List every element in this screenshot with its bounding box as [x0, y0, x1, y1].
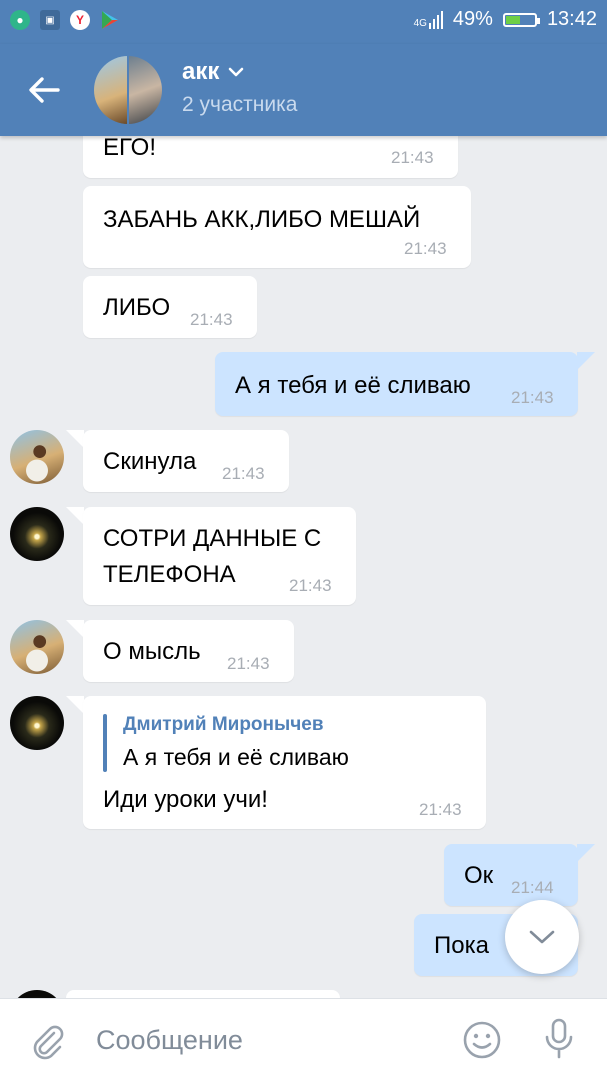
chat-header: акк 2 участника — [0, 44, 607, 136]
message-input[interactable]: Сообщение — [96, 1025, 243, 1056]
bubble-tail — [66, 620, 84, 638]
message-text-line: СОТРИ ДАННЫЕ С — [103, 525, 322, 552]
message-text: ЗАБАНЬ АКК,ЛИБО МЕШАЙ — [103, 206, 421, 233]
avatar[interactable] — [10, 430, 64, 484]
chevron-down-icon — [229, 67, 244, 77]
status-bar: ● ▣ Y 4G 49% 13:42 — [0, 0, 607, 44]
attach-icon[interactable] — [28, 1021, 68, 1061]
reply-bar — [103, 714, 107, 772]
reply-author[interactable]: Дмитрий Миронычев — [123, 714, 324, 736]
message-incoming[interactable]: ЕГО! 21:43 — [83, 136, 458, 178]
message-time: 21:43 — [190, 310, 233, 329]
scroll-down-button[interactable] — [505, 900, 579, 974]
message-time: 21:43 — [404, 239, 447, 258]
reply-quote: А я тебя и её сливаю — [123, 744, 349, 770]
play-store-icon — [100, 10, 120, 30]
signal-icon — [428, 10, 443, 29]
emoji-icon[interactable] — [462, 1020, 502, 1060]
battery-percent: 49% — [452, 8, 493, 30]
message-time: 21:43 — [391, 148, 434, 167]
microphone-icon[interactable] — [542, 1017, 576, 1061]
chat-subtitle: 2 участника — [182, 93, 298, 116]
bubble-tail — [66, 430, 84, 448]
message-incoming[interactable]: ЛИБО 21:43 — [83, 276, 257, 338]
chat-app-icon: ● — [10, 10, 30, 30]
avatar[interactable] — [10, 507, 64, 561]
avatar[interactable] — [10, 990, 64, 998]
chevron-down-icon — [529, 930, 555, 944]
message-text: О мысль — [103, 638, 201, 665]
chat-avatar[interactable] — [94, 56, 162, 124]
message-composer: Сообщение — [0, 998, 607, 1081]
message-text: Ок — [464, 862, 494, 889]
message-incoming[interactable] — [66, 990, 340, 998]
message-incoming[interactable]: ЗАБАНЬ АКК,ЛИБО МЕШАЙ 21:43 — [83, 186, 471, 268]
message-time: 21:43 — [222, 464, 265, 483]
bubble-tail — [66, 696, 84, 714]
message-time: 21:44 — [511, 878, 554, 897]
message-text: Пока — [434, 932, 489, 959]
message-text: А я тебя и её сливаю — [235, 372, 471, 399]
chat-title-text: акк — [182, 58, 220, 85]
back-arrow-icon[interactable] — [24, 70, 64, 110]
message-time: 21:43 — [511, 388, 554, 407]
message-list[interactable]: ЕГО! 21:43 ЗАБАНЬ АКК,ЛИБО МЕШАЙ 21:43 Л… — [0, 136, 607, 998]
message-incoming[interactable]: СОТРИ ДАННЫЕ С ТЕЛЕФОНА 21:43 — [83, 507, 356, 605]
avatar[interactable] — [10, 696, 64, 750]
message-incoming[interactable]: О мысль 21:43 — [83, 620, 294, 682]
status-time: 13:42 — [546, 8, 597, 30]
message-outgoing[interactable]: А я тебя и её сливаю 21:43 — [215, 352, 578, 416]
bubble-tail — [577, 844, 595, 862]
message-outgoing[interactable]: Ок 21:44 — [444, 844, 578, 906]
message-time: 21:43 — [289, 576, 332, 595]
network-type: 4G — [413, 17, 427, 29]
message-text: Скинула — [103, 448, 197, 475]
yandex-browser-icon: Y — [70, 10, 90, 30]
bubble-tail — [577, 352, 595, 370]
message-incoming-reply[interactable]: Дмитрий Миронычев А я тебя и её сливаю И… — [83, 696, 486, 829]
gallery-icon: ▣ — [40, 10, 60, 30]
message-incoming[interactable]: Скинула 21:43 — [83, 430, 289, 492]
chat-title[interactable]: акк — [182, 58, 245, 86]
bubble-tail — [66, 507, 84, 525]
message-time: 21:43 — [227, 654, 270, 673]
battery-icon — [502, 12, 540, 27]
message-text: ЛИБО — [103, 294, 171, 321]
message-time: 21:43 — [419, 800, 462, 819]
message-text: ЕГО! — [103, 136, 156, 161]
message-text-line: ТЕЛЕФОНА — [103, 561, 236, 588]
message-text: Иди уроки учи! — [103, 786, 268, 813]
avatar[interactable] — [10, 620, 64, 674]
